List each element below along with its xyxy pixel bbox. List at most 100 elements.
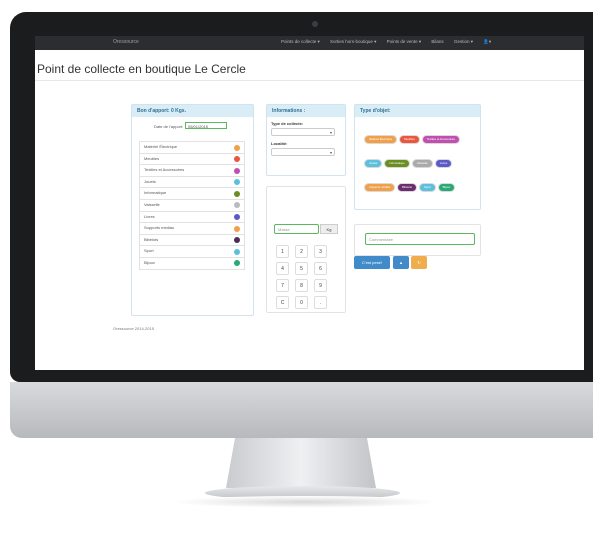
page-title: Point de collecte en boutique Le Cercle bbox=[37, 62, 246, 76]
keypad-panel: Masse Kg 123 456 789 C0. bbox=[266, 186, 346, 313]
bon-item-label: Vaisselle bbox=[144, 201, 160, 207]
nav-item-user[interactable]: 👤▾ bbox=[483, 39, 491, 44]
bon-list-item: Vaisselle bbox=[139, 199, 245, 212]
category-badge-icon bbox=[234, 260, 240, 267]
bon-apport-panel: Bon d'apport: 0 Kgs. Date de l'apport: 0… bbox=[131, 104, 254, 316]
type-objet-button[interactable]: Sport bbox=[419, 184, 435, 191]
category-badge-icon bbox=[234, 225, 240, 232]
type-objet-button[interactable]: Textiles et Accessoires bbox=[422, 136, 459, 143]
type-objet-button[interactable]: Bibelots bbox=[398, 184, 416, 191]
type-objet-tags: Matériel Électrique Meubles Textiles et Ac… bbox=[365, 127, 480, 199]
localite-label: Localité: bbox=[271, 141, 288, 146]
type-objet-header: Type d'objet: bbox=[355, 105, 480, 117]
type-objet-button[interactable]: Vaisselle bbox=[412, 160, 432, 167]
brand-link[interactable]: Oressource bbox=[113, 39, 139, 45]
type-objet-button[interactable]: Bijoux bbox=[438, 184, 455, 191]
informations-header: Informations : bbox=[267, 105, 345, 117]
bon-item-label: Meubles bbox=[144, 155, 160, 161]
type-objet-button[interactable]: Matériel Électrique bbox=[365, 136, 397, 143]
bon-item-label: Textiles et Accessoires bbox=[144, 167, 185, 173]
monitor-stand bbox=[226, 438, 376, 488]
nav-menu: Points de collecte ▾ Sorties hors-boutiq… bbox=[281, 39, 500, 45]
navbar: Oressource Points de collecte ▾ Sorties … bbox=[35, 36, 584, 50]
screen: Oressource Points de collecte ▾ Sorties … bbox=[35, 36, 584, 370]
informations-panel: Informations : Type de collecte: ▾ Local… bbox=[266, 104, 346, 176]
type-collecte-select[interactable]: ▾ bbox=[271, 128, 335, 136]
type-collecte-label: Type de collecte: bbox=[271, 121, 304, 126]
type-objet-panel: Type d'objet: Matériel Électrique Meubles… bbox=[354, 104, 481, 210]
divider bbox=[35, 80, 584, 81]
bon-item-label: Bibelots bbox=[144, 236, 159, 242]
bon-list-item: Bijoux bbox=[139, 257, 245, 270]
bon-list-item: Sport bbox=[139, 246, 245, 258]
bon-item-list: Matériel Électrique Meubles Textiles et Ac… bbox=[139, 141, 245, 270]
keypad-key[interactable]: C bbox=[276, 296, 289, 309]
footer-text: Oressource 2014-2015 bbox=[113, 326, 154, 331]
refresh-icon: ↻ bbox=[417, 260, 421, 265]
stand-shadow bbox=[170, 496, 440, 508]
print-button[interactable]: ▲ bbox=[393, 256, 409, 269]
category-badge-icon bbox=[234, 202, 240, 209]
bon-apport-header: Bon d'apport: 0 Kgs. bbox=[132, 105, 253, 117]
comment-panel: Commentaire bbox=[354, 224, 481, 256]
category-badge-icon bbox=[234, 248, 240, 255]
keypad-key[interactable]: 6 bbox=[314, 262, 327, 275]
type-objet-button[interactable]: Supports médias bbox=[365, 184, 394, 191]
nav-item-gestion[interactable]: Gestion ▾ bbox=[454, 39, 473, 44]
bon-item-label: Sport bbox=[144, 248, 154, 254]
bon-list-item: Livres bbox=[139, 211, 245, 224]
bon-list-item: Bibelots bbox=[139, 234, 245, 247]
category-badge-icon bbox=[234, 214, 240, 221]
bon-list-item: Jouets bbox=[139, 176, 245, 189]
nav-item-points-collecte[interactable]: Points de collecte ▾ bbox=[281, 39, 320, 44]
submit-button[interactable]: C'est pesé! bbox=[354, 256, 390, 269]
monitor-chin bbox=[10, 382, 593, 438]
type-objet-button[interactable]: Jouets bbox=[365, 160, 382, 167]
unit-addon: Kg bbox=[320, 224, 338, 234]
chevron-down-icon: ▾ bbox=[329, 130, 332, 135]
category-badge-icon bbox=[234, 167, 240, 174]
category-badge-icon bbox=[234, 156, 240, 163]
chevron-down-icon: ▾ bbox=[329, 150, 332, 155]
keypad-key[interactable]: 9 bbox=[314, 279, 327, 292]
category-badge-icon bbox=[234, 179, 240, 186]
reset-button[interactable]: ↻ bbox=[411, 256, 427, 269]
keypad-key[interactable]: 8 bbox=[295, 279, 308, 292]
bon-list-item: Meubles bbox=[139, 153, 245, 166]
keypad-key[interactable]: 2 bbox=[295, 245, 308, 258]
bon-list-item: Textiles et Accessoires bbox=[139, 165, 245, 177]
comment-input[interactable]: Commentaire bbox=[365, 233, 475, 245]
keypad-key[interactable]: 5 bbox=[295, 262, 308, 275]
keypad-key[interactable]: . bbox=[314, 296, 327, 309]
bon-item-label: Livres bbox=[144, 213, 155, 219]
type-objet-button[interactable]: Informatique bbox=[385, 160, 409, 167]
keypad-key[interactable]: 3 bbox=[314, 245, 327, 258]
keypad-key[interactable]: 0 bbox=[295, 296, 308, 309]
bon-list-item: Informatique bbox=[139, 188, 245, 200]
keypad-key[interactable]: 1 bbox=[276, 245, 289, 258]
nav-item-sorties[interactable]: Sorties hors-boutique ▾ bbox=[330, 39, 376, 44]
date-field[interactable]: 05/01/2015 bbox=[185, 122, 227, 129]
bon-list-item: Supports médias bbox=[139, 223, 245, 235]
mass-input[interactable]: Masse bbox=[274, 224, 319, 234]
bon-item-label: Bijoux bbox=[144, 259, 155, 265]
category-badge-icon bbox=[234, 144, 240, 151]
printer-icon: ▲ bbox=[399, 260, 403, 265]
bon-list-item: Matériel Électrique bbox=[139, 141, 245, 154]
category-badge-icon bbox=[234, 190, 240, 197]
nav-item-bilans[interactable]: Bilans bbox=[431, 39, 443, 44]
bon-item-label: Jouets bbox=[144, 178, 156, 184]
date-label: Date de l'apport: bbox=[154, 124, 184, 129]
nav-item-points-vente[interactable]: Points de vente ▾ bbox=[387, 39, 422, 44]
monitor-bezel: Oressource Points de collecte ▾ Sorties … bbox=[10, 12, 593, 382]
bon-item-label: Informatique bbox=[144, 190, 167, 196]
bon-item-label: Supports médias bbox=[144, 225, 175, 231]
keypad-key[interactable]: 7 bbox=[276, 279, 289, 292]
type-objet-button[interactable]: Livres bbox=[435, 160, 452, 167]
bon-item-label: Matériel Électrique bbox=[144, 144, 178, 149]
localite-select[interactable]: ▾ bbox=[271, 148, 335, 156]
keypad-key[interactable]: 4 bbox=[276, 262, 289, 275]
type-objet-button[interactable]: Meubles bbox=[400, 136, 419, 143]
category-badge-icon bbox=[234, 237, 240, 244]
camera-dot bbox=[312, 21, 318, 27]
